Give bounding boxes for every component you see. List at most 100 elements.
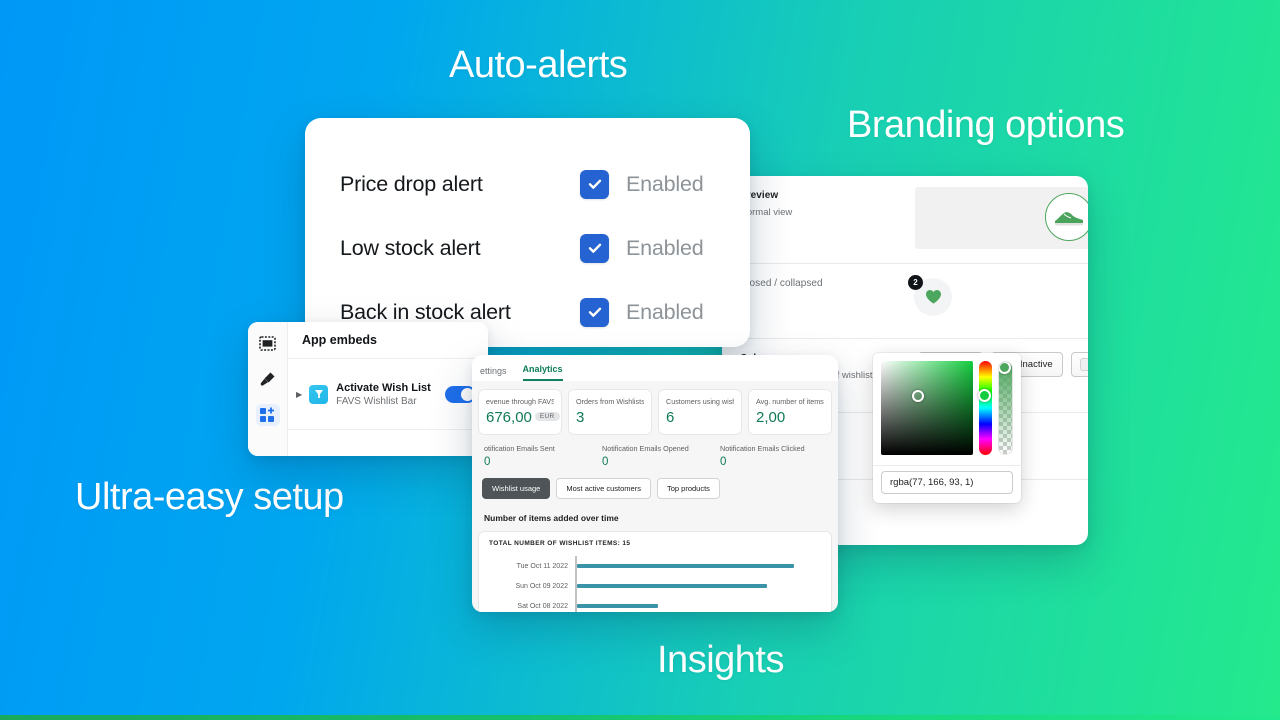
app-embed-name: Activate Wish List	[336, 381, 431, 394]
showcase-stage: Auto-alerts Branding options Ultra-easy …	[0, 0, 1280, 720]
chart-track	[575, 576, 821, 596]
chart-row: Sat Oct 08 2022	[489, 596, 821, 612]
email-stat-value: 0	[720, 456, 727, 468]
app-embed-row[interactable]: ▶ Activate Wish List FAVS Wishlist Bar	[288, 359, 488, 429]
tab-analytics[interactable]: Analytics	[522, 364, 563, 381]
alert-row-price-drop[interactable]: Price drop alert Enabled	[340, 152, 750, 216]
color-button-third[interactable]	[1070, 352, 1088, 377]
analytics-segment-buttons: Wishlist usage Most active customers Top…	[472, 478, 838, 499]
alert-state: Enabled	[626, 299, 704, 324]
chart-row: Sun Oct 09 2022	[489, 576, 821, 596]
alerts-card: Price drop alert Enabled Low stock alert…	[305, 118, 750, 347]
email-stat-opened: Notification Emails Opened 0	[596, 444, 714, 468]
alerts-list: Price drop alert Enabled Low stock alert…	[305, 118, 750, 344]
kpi-label: Orders from Wishlists	[576, 397, 644, 406]
chevron-right-icon[interactable]: ▶	[296, 390, 302, 399]
checkbox-low-stock[interactable]	[580, 233, 609, 263]
email-stat-label: Notification Emails Clicked	[720, 444, 805, 453]
headline-insights: Insights	[657, 639, 784, 681]
color-button-label: Inactive	[1019, 359, 1053, 370]
checkbox-price-drop[interactable]	[580, 169, 609, 199]
email-stat-sent: otification Emails Sent 0	[478, 444, 596, 468]
check-icon	[588, 243, 601, 253]
picker-divider	[873, 465, 1021, 466]
badge-count: 2	[908, 275, 923, 290]
chart-row: Tue Oct 11 2022	[489, 556, 821, 576]
headline-ultra-easy-setup: Ultra-easy setup	[75, 476, 344, 518]
alert-row-low-stock[interactable]: Low stock alert Enabled	[340, 216, 750, 280]
closed-collapsed-section: Closed / collapsed 2	[722, 264, 1088, 339]
bottom-accent-strip	[0, 715, 1280, 720]
alert-state: Enabled	[626, 235, 704, 260]
check-icon	[588, 307, 601, 317]
kpi-value-wrap: 676,00 EUR	[486, 409, 560, 426]
alert-label: Low stock alert	[340, 235, 481, 260]
preview-section: Preview Normal view	[722, 176, 1088, 264]
chart-bar	[577, 563, 794, 569]
tab-settings[interactable]: ettings	[480, 366, 507, 381]
chart-bars: Tue Oct 11 2022 Sun Oct 09 2022 Sat Oct 08…	[489, 556, 821, 612]
analytics-tabs: ettings Analytics	[472, 355, 838, 381]
headline-auto-alerts: Auto-alerts	[449, 44, 628, 86]
analytics-card: ettings Analytics evenue through FAVS ap…	[472, 355, 838, 612]
chart-track	[575, 596, 821, 612]
alert-state: Enabled	[626, 171, 704, 196]
chart-track	[575, 556, 821, 576]
chart-total-label: TOTAL NUMBER OF WISHLIST ITEMS: 15	[489, 540, 631, 547]
kpi-orders: Orders from Wishlists 3	[568, 389, 652, 435]
app-blocks-icon[interactable]	[255, 404, 280, 426]
email-stat-label: otification Emails Sent	[484, 444, 555, 453]
swatch-third	[1079, 358, 1088, 371]
headline-branding-options: Branding options	[847, 104, 1125, 146]
chart-bar	[577, 583, 767, 589]
chart-bar	[577, 603, 659, 609]
segment-most-active-customers[interactable]: Most active customers	[556, 478, 651, 499]
alert-label: Price drop alert	[340, 171, 483, 196]
app-embeds-header: App embeds	[288, 322, 488, 359]
email-stat-value: 0	[484, 456, 491, 468]
chart-category-label: Tue Oct 11 2022	[516, 562, 568, 570]
hue-handle[interactable]	[978, 389, 992, 402]
heart-icon	[925, 290, 941, 304]
saturation-value-area[interactable]	[881, 361, 974, 455]
product-thumb-green[interactable]	[1045, 193, 1088, 241]
segment-wishlist-usage[interactable]: Wishlist usage	[482, 478, 551, 499]
app-embeds-card: App embeds ▶ Activate Wish List FAVS Wis…	[248, 322, 488, 456]
app-embed-text: Activate Wish List FAVS Wishlist Bar	[336, 382, 445, 407]
theme-editor-rail	[248, 322, 288, 456]
chart-heading: Number of items added over time	[484, 513, 619, 523]
alert-label: Back in stock alert	[340, 299, 511, 324]
sections-icon[interactable]	[256, 332, 280, 354]
app-logo-icon	[309, 384, 329, 404]
theme-brush-icon[interactable]	[256, 368, 280, 390]
kpi-label: evenue through FAVS app	[486, 397, 554, 406]
color-picker-popover[interactable]: rgba(77, 166, 93, 1)	[873, 353, 1021, 503]
kpi-customers: Customers using wishlist 6	[658, 389, 742, 435]
collapsed-widget-preview[interactable]: 2	[908, 275, 952, 316]
hue-slider[interactable]	[978, 361, 993, 455]
checkbox-back-in-stock[interactable]	[580, 297, 609, 327]
rgba-input[interactable]: rgba(77, 166, 93, 1)	[881, 471, 1013, 494]
app-embed-subtitle: FAVS Wishlist Bar	[336, 395, 417, 407]
alpha-slider[interactable]	[998, 361, 1013, 455]
email-stats-row: otification Emails Sent 0 Notification E…	[472, 435, 838, 478]
chart-category-label: Sat Oct 08 2022	[517, 602, 568, 610]
kpi-avg-items: Avg. number of items / lists 2,00	[748, 389, 832, 435]
kpi-value: 676,00	[486, 409, 532, 426]
kpi-revenue: evenue through FAVS app 676,00EUR	[478, 389, 562, 435]
sneaker-icon	[1055, 212, 1083, 226]
chart-container: TOTAL NUMBER OF WISHLIST ITEMS: 15 Tue O…	[478, 531, 832, 612]
kpi-row: evenue through FAVS app 676,00EUR Orders…	[472, 381, 838, 435]
closed-collapsed-title: Closed / collapsed	[740, 278, 823, 289]
segment-top-products[interactable]: Top products	[656, 478, 720, 499]
saturation-handle[interactable]	[912, 390, 924, 402]
chart-category-label: Sun Oct 09 2022	[515, 582, 568, 590]
kpi-value: 3	[576, 409, 585, 426]
preview-strip	[915, 187, 1088, 249]
check-icon	[588, 179, 601, 189]
alpha-handle[interactable]	[999, 362, 1012, 374]
kpi-value: 6	[666, 409, 675, 426]
email-stat-label: Notification Emails Opened	[602, 444, 689, 453]
kpi-label: Customers using wishlist	[666, 397, 734, 406]
app-embeds-footer	[288, 429, 488, 439]
